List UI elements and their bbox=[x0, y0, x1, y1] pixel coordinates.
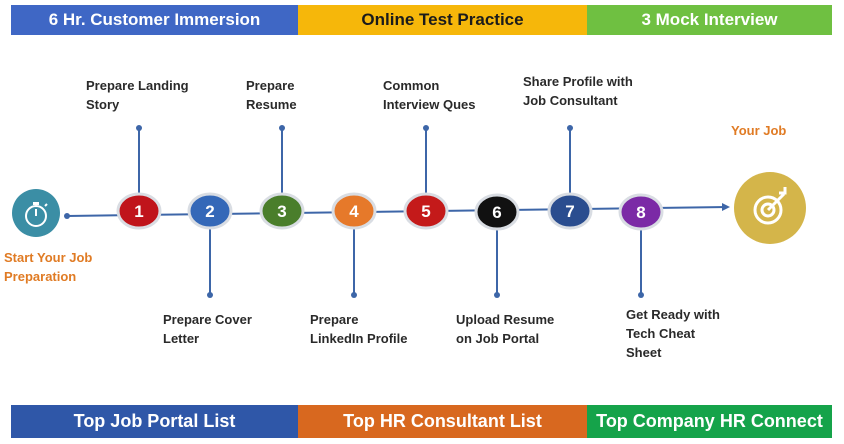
goal-label: Your Job bbox=[731, 123, 787, 138]
step-1-connector-dot bbox=[136, 125, 142, 131]
step-6-connector-dot bbox=[494, 292, 500, 298]
step-8-label: Get Ready with Tech Cheat Sheet bbox=[626, 307, 720, 360]
step-3-connector-dot bbox=[279, 125, 285, 131]
step-6-label: Upload Resume on Job Portal bbox=[456, 312, 555, 346]
step-8-number: 8 bbox=[636, 203, 645, 222]
step-5-number: 5 bbox=[421, 202, 430, 221]
step-2-label: Prepare Cover Letter bbox=[163, 312, 252, 346]
step-4-label: Prepare LinkedIn Profile bbox=[310, 312, 408, 346]
band-company-hr-connect: Top Company HR Connect bbox=[587, 405, 832, 438]
step-2-marker: 2 bbox=[187, 192, 233, 230]
step-7-connector-dot bbox=[567, 125, 573, 131]
step-5-label: Common Interview Ques bbox=[383, 78, 476, 112]
step-7-label: Share Profile with Job Consultant bbox=[523, 74, 633, 108]
step-6-marker: 6 bbox=[474, 193, 520, 231]
step-3-label: Prepare Resume bbox=[246, 78, 297, 112]
start-label: Start Your Job Preparation bbox=[4, 250, 93, 284]
stopwatch-icon bbox=[12, 189, 60, 237]
step-3-marker: 3 bbox=[259, 192, 305, 230]
step-8-marker: 8 bbox=[618, 193, 664, 231]
step-4-number: 4 bbox=[349, 202, 359, 221]
step-1-number: 1 bbox=[134, 202, 143, 221]
target-icon bbox=[734, 172, 806, 244]
timeline-diagram: 1 2 3 4 5 6 7 8 bbox=[12, 125, 806, 298]
step-7-marker: 7 bbox=[547, 192, 593, 230]
step-4-marker: 4 bbox=[331, 192, 377, 230]
step-2-number: 2 bbox=[205, 202, 214, 221]
step-5-connector-dot bbox=[423, 125, 429, 131]
step-1-marker: 1 bbox=[116, 192, 162, 230]
step-2-connector-dot bbox=[207, 292, 213, 298]
band-hr-consultant-list: Top HR Consultant List bbox=[298, 405, 587, 438]
step-5-marker: 5 bbox=[403, 192, 449, 230]
step-1-label: Prepare Landing Story bbox=[86, 78, 189, 112]
step-6-number: 6 bbox=[492, 203, 501, 222]
step-4-connector-dot bbox=[351, 292, 357, 298]
step-3-number: 3 bbox=[277, 202, 286, 221]
goal-arrowhead bbox=[722, 203, 730, 211]
step-7-number: 7 bbox=[565, 202, 574, 221]
band-job-portal-list: Top Job Portal List bbox=[11, 405, 298, 438]
start-connector-dot bbox=[64, 213, 70, 219]
step-8-connector-dot bbox=[638, 292, 644, 298]
